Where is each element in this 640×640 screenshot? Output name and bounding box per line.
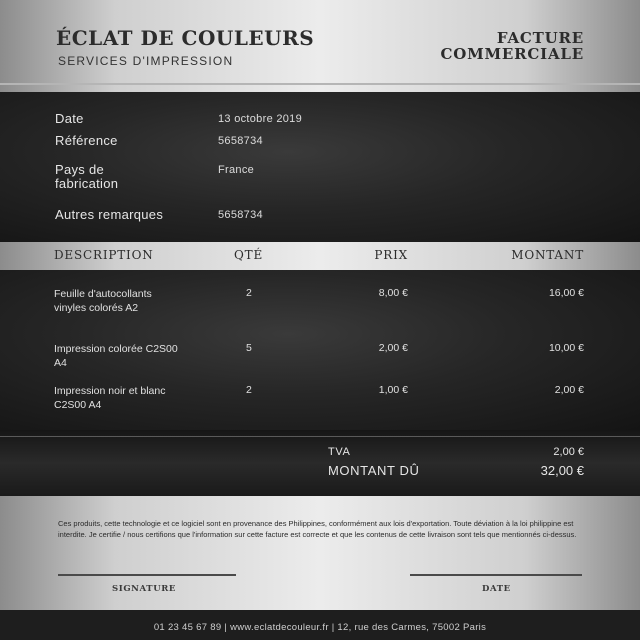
invoice-page: ÉCLAT DE COULEURS SERVICES D'IMPRESSION … [0, 0, 640, 640]
tax-label: TVA [328, 446, 351, 458]
column-header-price: PRIX [374, 248, 408, 262]
document-title: FACTURE COMMERCIALE [440, 29, 584, 63]
remarks-value: 5658734 [218, 209, 263, 221]
item-3-qty: 2 [246, 384, 252, 396]
legal-section [0, 496, 640, 610]
item-2-amount: 10,00 € [548, 342, 584, 354]
footer-contact: 01 23 45 67 89 | www.eclatdecouleur.fr |… [153, 622, 487, 633]
date-line [410, 574, 582, 576]
column-header-amount: MONTANT [511, 248, 584, 262]
totals-top-rule [0, 436, 640, 437]
reference-label: Référence [55, 133, 118, 148]
item-2-description: Impression colorée C2S00 A4 [54, 343, 178, 369]
tax-value: 2,00 € [553, 446, 584, 458]
date-signature-label: DATE [482, 584, 511, 594]
item-1-qty: 2 [246, 287, 252, 299]
signature-line [58, 574, 236, 576]
item-3-price: 1,00 € [378, 384, 408, 396]
company-name: ÉCLAT DE COULEURS [56, 26, 315, 50]
remarks-label: Autres remarques [55, 207, 164, 222]
item-1-amount: 16,00 € [548, 287, 584, 299]
signature-label: SIGNATURE [112, 584, 176, 594]
item-1-description: Feuille d'autocollants vinyles colorés A… [54, 288, 152, 314]
total-due-label: MONTANT DÛ [328, 463, 420, 478]
item-3-amount: 2,00 € [554, 384, 584, 396]
country-label: Pays de fabrication [55, 162, 119, 191]
column-header-description: DESCRIPTION [54, 248, 154, 262]
item-1-price: 8,00 € [378, 287, 408, 299]
total-due-value: 32,00 € [540, 463, 584, 478]
company-subtitle: SERVICES D'IMPRESSION [58, 54, 234, 68]
item-2-qty: 5 [246, 342, 252, 354]
country-value: France [218, 164, 255, 176]
item-2-price: 2,00 € [378, 342, 408, 354]
header-divider [0, 83, 640, 85]
reference-value: 5658734 [218, 135, 263, 147]
legal-disclaimer: Ces produits, cette technologie et ce lo… [58, 519, 577, 539]
column-header-qty: QTÉ [234, 248, 264, 262]
item-3-description: Impression noir et blanc C2S00 A4 [54, 385, 166, 411]
date-value: 13 octobre 2019 [218, 113, 303, 125]
date-label: Date [55, 111, 84, 126]
